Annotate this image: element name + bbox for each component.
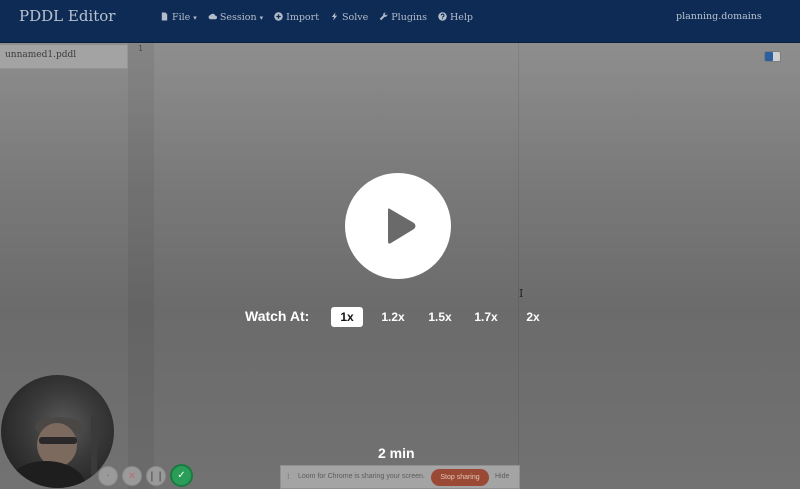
line-number: 1: [138, 44, 143, 53]
menu-import-label: Import: [286, 12, 320, 23]
menu-plugins-label: Plugins: [391, 12, 427, 23]
close-icon: ✕: [127, 470, 137, 482]
menu-import[interactable]: Import: [274, 11, 320, 24]
menu-help-label: Help: [449, 12, 473, 23]
speed-option-1-2x[interactable]: 1.2x: [376, 307, 410, 327]
question-circle-icon: [438, 11, 447, 24]
wrench-icon: [379, 12, 388, 24]
screen-share-bar: ⁞ Loom for Chrome is sharing your screen…: [280, 465, 520, 489]
menu-session[interactable]: Session ▾: [208, 12, 263, 24]
menu-file-label: File: [172, 12, 191, 23]
file-icon: [160, 11, 169, 24]
check-icon: ✓: [177, 470, 186, 481]
play-icon: [388, 208, 416, 244]
main-menu: File ▾ Session ▾ Import Solve Plugins He…: [160, 0, 484, 35]
app-brand[interactable]: PDDL Editor: [19, 7, 115, 25]
menu-session-label: Session: [219, 12, 257, 23]
finish-recording-button[interactable]: ✓: [170, 464, 193, 487]
menu-solve[interactable]: Solve: [330, 11, 369, 24]
file-tab[interactable]: unnamed1.pddl: [0, 45, 128, 69]
line-gutter: [128, 43, 154, 489]
cancel-recording-button[interactable]: ✕: [122, 466, 142, 486]
play-button[interactable]: [345, 173, 451, 279]
bolt-icon: [330, 11, 339, 24]
menu-solve-label: Solve: [342, 12, 369, 23]
stop-sharing-button[interactable]: Stop sharing: [431, 469, 489, 486]
trash-icon: ·: [106, 470, 110, 482]
cloud-icon: [208, 12, 217, 24]
print-margin: [518, 43, 519, 489]
menu-file[interactable]: File ▾: [160, 11, 197, 24]
pause-recording-button[interactable]: ❙❙: [146, 466, 166, 486]
delete-recording-button[interactable]: ·: [98, 466, 118, 486]
panel-toggle[interactable]: [764, 51, 781, 62]
menu-plugins[interactable]: Plugins: [379, 12, 427, 24]
chevron-down-icon: ▾: [259, 13, 264, 22]
text-cursor-icon: I: [519, 287, 524, 300]
speed-option-1-7x[interactable]: 1.7x: [469, 307, 503, 327]
speed-option-1-5x[interactable]: 1.5x: [423, 307, 457, 327]
pause-icon: ❙❙: [147, 470, 165, 482]
hide-button[interactable]: Hide: [495, 473, 509, 480]
plus-circle-icon: [274, 11, 283, 24]
video-duration: 2 min: [378, 445, 415, 461]
chevron-down-icon: ▾: [193, 13, 197, 22]
recorder-controls: · ✕ ❙❙ ✓: [98, 464, 193, 487]
speed-option-2x[interactable]: 2x: [518, 307, 548, 327]
menu-help[interactable]: Help: [438, 11, 473, 24]
top-navbar: PDDL Editor File ▾ Session ▾ Import Solv…: [0, 0, 800, 43]
file-tab-label: unnamed1.pddl: [5, 50, 77, 60]
site-link[interactable]: planning.domains: [676, 11, 762, 22]
grip-icon: ⁞: [287, 472, 290, 481]
share-status-text: Loom for Chrome is sharing your screen.: [298, 473, 425, 480]
watch-at-label: Watch At:: [245, 308, 310, 324]
speed-option-1x[interactable]: 1x: [331, 307, 363, 327]
